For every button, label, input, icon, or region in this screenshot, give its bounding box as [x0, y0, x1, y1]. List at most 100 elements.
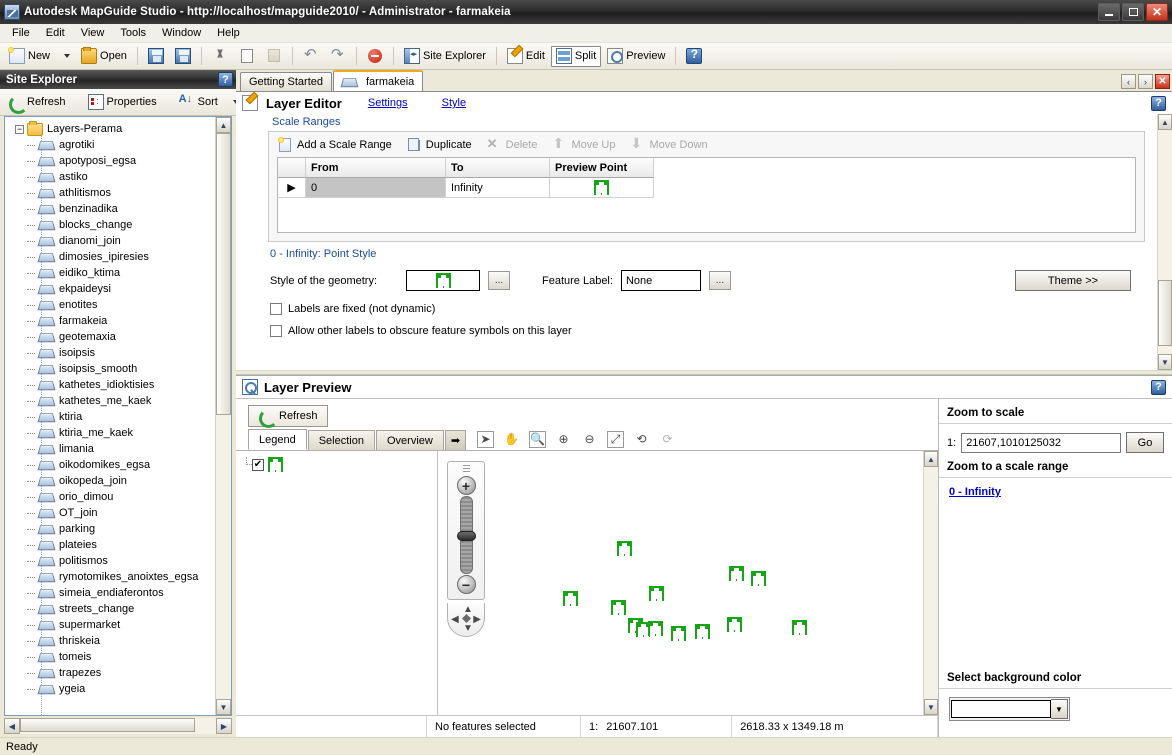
sidebar-item-kathetes_idioktisies[interactable]: kathetes_idioktisies [5, 377, 215, 393]
tab-selection[interactable]: Selection [307, 430, 375, 450]
scrollbar-track[interactable] [1158, 130, 1172, 354]
scrollbar-track-h[interactable] [20, 718, 216, 734]
help-button[interactable] [681, 46, 707, 67]
sidebar-item-agrotiki[interactable]: agrotiki [5, 137, 215, 153]
sidebar-item-kathetes_me_kaek[interactable]: kathetes_me_kaek [5, 393, 215, 409]
save-all-button[interactable] [170, 46, 196, 67]
background-color-dropdown[interactable]: ▼ [949, 697, 1070, 721]
row-selector[interactable]: ▶ [278, 178, 306, 198]
maximize-button[interactable] [1122, 3, 1144, 21]
theme-button[interactable]: Theme >> [1015, 270, 1131, 291]
table-row[interactable]: ▶ 0 Infinity [278, 178, 1135, 198]
sidebar-item-limania[interactable]: limania [5, 441, 215, 457]
sidebar-item-simeia_endiaferontos[interactable]: simeia_endiaferontos [5, 585, 215, 601]
tab-close-button[interactable]: ✕ [1155, 74, 1170, 89]
tab-legend[interactable]: Legend [248, 429, 307, 450]
feature-label-browse-button[interactable]: ... [708, 271, 731, 290]
zoom-in-icon[interactable]: ⊕ [555, 431, 572, 448]
minimize-button[interactable] [1098, 3, 1120, 21]
new-button[interactable]: New [4, 46, 55, 67]
zoom-previous-icon[interactable]: ⟲ [633, 431, 650, 448]
map-marker[interactable] [792, 620, 807, 635]
tree-horizontal-scrollbar[interactable]: ◀ ▶ [4, 718, 232, 734]
sidebar-item-parking[interactable]: parking [5, 521, 215, 537]
sidebar-item-streets_change[interactable]: streets_change [5, 601, 215, 617]
collapse-icon[interactable]: − [15, 124, 24, 134]
tree-root-node[interactable]: − Layers-Perama [5, 120, 215, 137]
scale-input[interactable]: 21607,1010125032 [961, 432, 1121, 453]
scroll-down-button[interactable]: ▼ [216, 699, 231, 715]
new-dropdown-button[interactable] [56, 46, 75, 67]
zoom-slider-thumb[interactable] [456, 531, 476, 541]
sidebar-item-blocks_change[interactable]: blocks_change [5, 217, 215, 233]
sidebar-item-oikodomikes_egsa[interactable]: oikodomikes_egsa [5, 457, 215, 473]
scroll-up-button[interactable]: ▲ [216, 117, 231, 133]
sidebar-item-enotites[interactable]: enotites [5, 297, 215, 313]
tab-next-button[interactable]: › [1138, 74, 1153, 89]
sidebar-item-tomeis[interactable]: tomeis [5, 649, 215, 665]
scroll-down-button[interactable]: ▼ [1158, 354, 1172, 370]
select-arrow-icon[interactable]: ➤ [477, 430, 495, 448]
feature-label-value[interactable]: None [620, 270, 701, 291]
chevron-down-icon[interactable]: ▼ [1051, 699, 1068, 719]
stop-button[interactable] [362, 46, 388, 67]
tab-overview[interactable]: Overview [375, 430, 444, 450]
sidebar-item-ygeia[interactable]: ygeia [5, 681, 215, 697]
tab-prev-button[interactable]: ‹ [1121, 74, 1136, 89]
scrollbar-thumb-h[interactable] [20, 718, 195, 732]
site-explorer-help-icon[interactable]: ? [218, 72, 233, 87]
sidebar-item-farmakeia[interactable]: farmakeia [5, 313, 215, 329]
sidebar-item-geotemaxia[interactable]: geotemaxia [5, 329, 215, 345]
site-explorer-button[interactable]: Site Explorer [399, 46, 491, 67]
sidebar-item-ot_join[interactable]: OT_join [5, 505, 215, 521]
editor-vertical-scrollbar[interactable]: ▲ ▼ [1157, 114, 1172, 370]
tree-vertical-scrollbar[interactable]: ▲ ▼ [215, 117, 231, 715]
map-marker[interactable] [695, 624, 710, 639]
sidebar-item-oikopeda_join[interactable]: oikopeda_join [5, 473, 215, 489]
style-geometry-preview[interactable] [406, 270, 480, 291]
go-button[interactable]: Go [1126, 432, 1164, 453]
legend-item[interactable]: ✔ [244, 457, 437, 472]
map-marker[interactable] [611, 600, 626, 615]
zoom-out-button[interactable]: − [456, 575, 476, 594]
sidebar-item-eidiko_ktima[interactable]: eidiko_ktima [5, 265, 215, 281]
drag-grip-icon[interactable] [462, 465, 470, 474]
sidebar-item-supermarket[interactable]: supermarket [5, 617, 215, 633]
scroll-up-button[interactable]: ▲ [1158, 114, 1172, 130]
pan-center-icon[interactable] [462, 614, 471, 623]
edit-mode-button[interactable]: Edit [502, 46, 550, 67]
preview-mode-button[interactable]: Preview [602, 46, 670, 67]
layer-editor-help-icon[interactable]: ? [1151, 95, 1166, 111]
zoom-extents-icon[interactable]: ⤢ [607, 430, 625, 448]
map-vertical-scrollbar[interactable]: ▲ ▼ [923, 451, 938, 715]
open-button[interactable]: Open [76, 46, 132, 67]
zoom-rect-icon[interactable]: 🔍 [529, 430, 547, 448]
scroll-up-button[interactable]: ▲ [924, 451, 938, 467]
sidebar-item-rymotomikes_anoixtes_egsa[interactable]: rymotomikes_anoixtes_egsa [5, 569, 215, 585]
map-marker[interactable] [751, 571, 766, 586]
copy-button[interactable] [234, 46, 260, 67]
add-scale-range-button[interactable]: Add a Scale Range [277, 136, 392, 153]
sidebar-item-ktiria_me_kaek[interactable]: ktiria_me_kaek [5, 425, 215, 441]
scrollbar-thumb[interactable] [1158, 280, 1172, 346]
map-canvas[interactable]: + − ▲ ▼ ◀ ▶ [438, 451, 923, 715]
scale-range-grid[interactable]: From To Preview Point ▶ 0 Infinity [277, 157, 1136, 233]
tab-farmakeia[interactable]: farmakeia [333, 70, 424, 91]
scroll-left-button[interactable]: ◀ [4, 718, 20, 734]
zoom-out-icon[interactable]: ⊖ [581, 431, 598, 448]
fixed-labels-checkbox[interactable] [270, 303, 282, 315]
map-marker[interactable] [671, 626, 686, 641]
tab-more-button[interactable]: ➡ [444, 430, 467, 450]
pan-up-icon[interactable]: ▲ [463, 605, 473, 615]
pan-right-icon[interactable]: ▶ [473, 615, 481, 625]
pan-left-icon[interactable]: ◀ [451, 615, 459, 625]
menu-help[interactable]: Help [209, 25, 248, 41]
sidebar-item-ekpaideysi[interactable]: ekpaideysi [5, 281, 215, 297]
cell-from[interactable]: 0 [306, 178, 446, 198]
sidebar-item-isoipsis[interactable]: isoipsis [5, 345, 215, 361]
fixed-labels-row[interactable]: Labels are fixed (not dynamic) [270, 303, 1153, 315]
layer-tree[interactable]: − Layers-Perama agrotiki apotyposi_egsa as… [5, 117, 215, 715]
map-marker[interactable] [648, 621, 663, 636]
link-style[interactable]: Style [442, 97, 466, 109]
map-marker[interactable] [563, 591, 578, 606]
